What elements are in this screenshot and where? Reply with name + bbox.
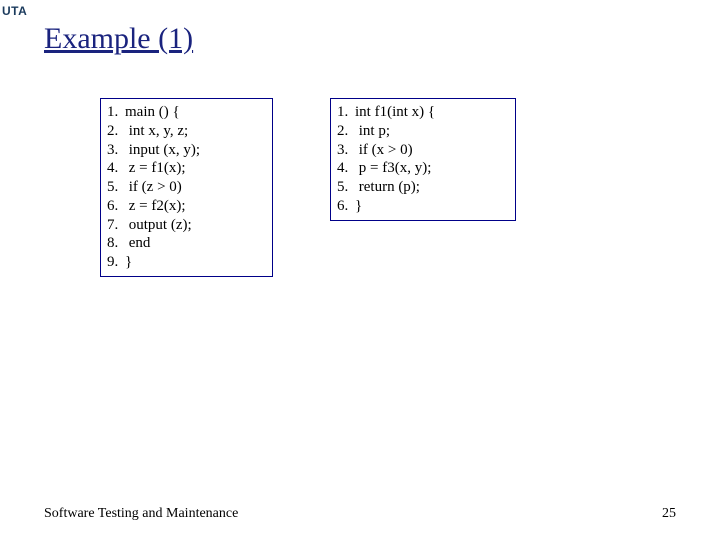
code-box-f1: 1.int f1(int x) { 2. int p; 3. if (x > 0… — [330, 98, 516, 221]
code-line: 1.int f1(int x) { — [337, 103, 505, 122]
code-line: 7. output (z); — [107, 216, 262, 235]
slide-title: Example (1) — [44, 22, 193, 56]
code-line: 9.} — [107, 253, 262, 272]
code-line: 8. end — [107, 234, 262, 253]
code-line: 4. z = f1(x); — [107, 159, 262, 178]
slide-number: 25 — [662, 506, 676, 522]
code-line: 1.main () { — [107, 103, 262, 122]
logo: UTA — [2, 4, 27, 18]
code-line: 6.} — [337, 197, 505, 216]
code-line: 4. p = f3(x, y); — [337, 159, 505, 178]
code-line: 5. if (z > 0) — [107, 178, 262, 197]
code-line: 2. int p; — [337, 122, 505, 141]
footer-text: Software Testing and Maintenance — [44, 506, 238, 522]
code-box-main: 1.main () { 2. int x, y, z; 3. input (x,… — [100, 98, 273, 277]
code-line: 6. z = f2(x); — [107, 197, 262, 216]
code-line: 3. if (x > 0) — [337, 141, 505, 160]
code-line: 5. return (p); — [337, 178, 505, 197]
code-line: 3. input (x, y); — [107, 141, 262, 160]
code-line: 2. int x, y, z; — [107, 122, 262, 141]
